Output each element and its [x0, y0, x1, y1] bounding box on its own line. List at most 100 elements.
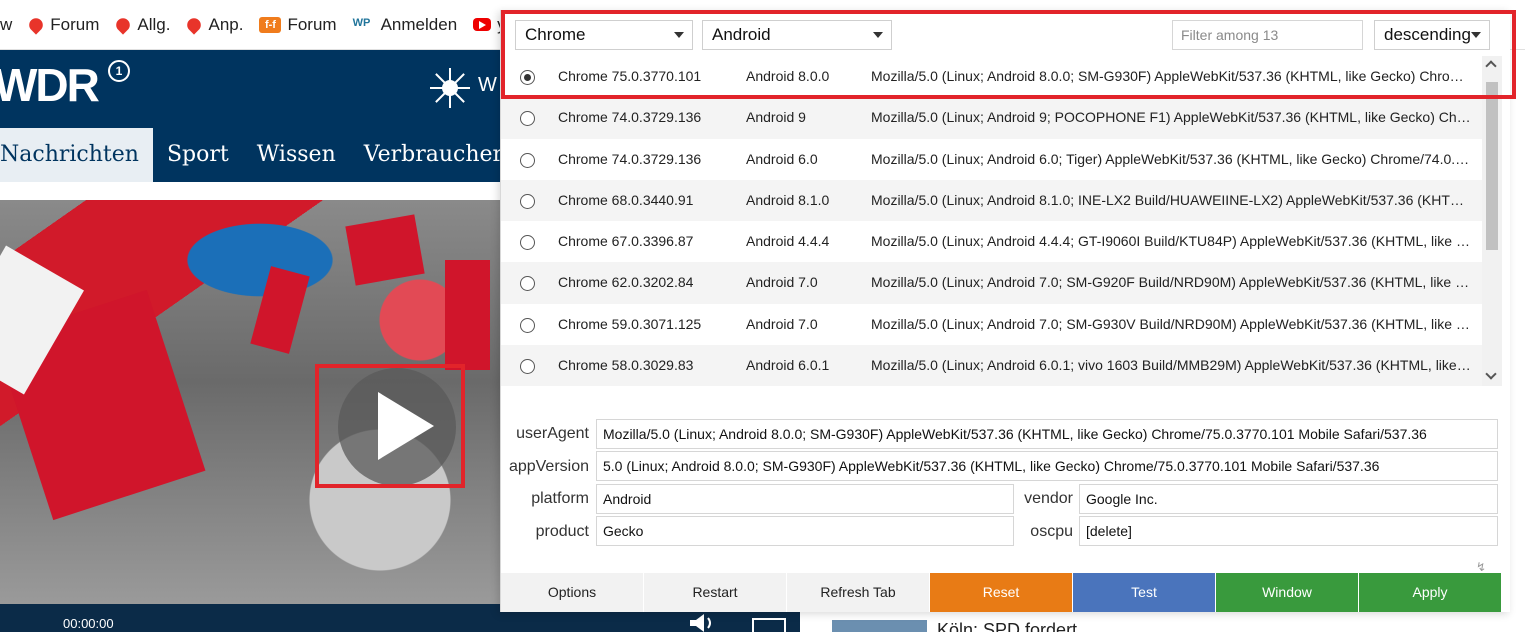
bookmark-forum[interactable]: Forum	[26, 14, 100, 35]
ff-icon: f-f	[259, 16, 282, 33]
appversion-label: appVersion	[508, 458, 589, 475]
browser-version: Chrome 74.0.3729.136	[558, 150, 702, 167]
radio-button[interactable]	[520, 70, 535, 85]
browser-version: Chrome 59.0.3071.125	[558, 315, 702, 332]
os-select[interactable]: Android	[702, 20, 892, 50]
browser-version: Chrome 58.0.3029.83	[558, 357, 694, 374]
fullscreen-icon[interactable]	[752, 618, 786, 632]
browser-select[interactable]: Chrome	[515, 20, 693, 50]
oscpu-label: oscpu	[1030, 523, 1073, 540]
weather-link[interactable]: W	[478, 74, 497, 97]
bookmark-anmelden[interactable]: WP Anmelden	[353, 15, 458, 35]
platform-field[interactable]: Android	[596, 484, 1014, 514]
bookmark-w[interactable]: w	[0, 15, 12, 35]
wp-icon: WP	[352, 16, 371, 29]
browser-select-value: Chrome	[525, 25, 586, 44]
chevron-up-icon[interactable]	[1485, 60, 1497, 72]
nav-item-wissen[interactable]: Wissen	[243, 128, 350, 182]
user-agent-string: Mozilla/5.0 (Linux; Android 6.0.1; vivo …	[871, 357, 1471, 374]
product-label: product	[535, 523, 589, 540]
chevron-down-icon[interactable]	[1485, 368, 1497, 380]
user-agent-string: Mozilla/5.0 (Linux; Android 4.4.4; GT-I9…	[871, 233, 1471, 250]
product-field[interactable]: Gecko	[596, 516, 1014, 546]
resize-grip-icon[interactable]: ↯	[1476, 560, 1488, 574]
list-item[interactable]: Chrome 67.0.3396.87 Android 4.4.4 Mozill…	[501, 221, 1482, 262]
bookmark-anp[interactable]: Anp.	[184, 14, 244, 35]
appversion-field[interactable]: 5.0 (Linux; Android 8.0.0; SM-G930F) App…	[596, 451, 1498, 481]
user-agent-string: Mozilla/5.0 (Linux; Android 8.1.0; INE-L…	[871, 191, 1471, 208]
os-version: Android 7.0	[746, 315, 818, 332]
bookmark-ff-forum[interactable]: f-f Forum	[259, 14, 337, 35]
flame-icon	[184, 14, 205, 35]
video-frame-flag	[345, 214, 425, 286]
os-version: Android 8.1.0	[746, 191, 830, 208]
radio-button[interactable]	[520, 193, 535, 209]
bookmark-allg[interactable]: Allg.	[113, 15, 170, 35]
refresh-tab-button[interactable]: Refresh Tab	[787, 573, 930, 612]
list-item[interactable]: Chrome 58.0.3029.83 Android 6.0.1 Mozill…	[501, 345, 1482, 386]
chevron-down-icon	[674, 32, 684, 38]
os-version: Android 8.0.0	[746, 68, 830, 84]
os-version: Android 9	[746, 109, 806, 126]
sort-order-value: descending	[1384, 25, 1471, 44]
user-agent-string: Mozilla/5.0 (Linux; Android 8.0.0; SM-G9…	[871, 68, 1471, 84]
browser-version: Chrome 67.0.3396.87	[558, 233, 694, 250]
list-item[interactable]: Chrome 75.0.3770.101 Android 8.0.0 Mozil…	[501, 56, 1482, 97]
browser-version: Chrome 62.0.3202.84	[558, 274, 694, 291]
user-agent-list: Chrome 75.0.3770.101 Android 8.0.0 Mozil…	[501, 56, 1482, 386]
list-item[interactable]: Chrome 74.0.3729.136 Android 9 Mozilla/5…	[501, 97, 1482, 139]
os-select-value: Android	[712, 25, 771, 44]
list-item[interactable]: Chrome 68.0.3440.91 Android 8.1.0 Mozill…	[501, 179, 1482, 222]
news-headline[interactable]: Köln: SPD fordert	[937, 620, 1077, 632]
sun-icon	[430, 68, 470, 108]
action-bar: Options Restart Refresh Tab Reset Test W…	[501, 573, 1502, 612]
bookmark-label: Forum	[50, 14, 100, 34]
options-button[interactable]: Options	[501, 573, 644, 612]
window-button[interactable]: Window	[1216, 573, 1359, 612]
volume-icon[interactable]	[690, 614, 718, 632]
bookmark-label: Forum	[287, 14, 337, 34]
radio-button[interactable]	[520, 359, 535, 375]
os-version: Android 6.0.1	[746, 357, 830, 374]
sort-order-select[interactable]: descending	[1374, 20, 1490, 50]
radio-button[interactable]	[520, 152, 535, 168]
vendor-label: vendor	[1024, 490, 1073, 507]
radio-button[interactable]	[520, 235, 535, 251]
nav-item-verbraucher[interactable]: Verbraucher	[350, 128, 517, 182]
youtube-icon	[473, 18, 492, 31]
play-button-highlight	[315, 364, 465, 488]
list-item[interactable]: Chrome 74.0.3729.136 Android 6.0 Mozilla…	[501, 139, 1482, 180]
video-time: 00:00:00	[63, 616, 114, 631]
user-agent-string: Mozilla/5.0 (Linux; Android 7.0; SM-G930…	[871, 315, 1471, 332]
list-item[interactable]: Chrome 62.0.3202.84 Android 7.0 Mozilla/…	[501, 262, 1482, 304]
test-button[interactable]: Test	[1073, 573, 1216, 612]
os-version: Android 7.0	[746, 274, 818, 291]
reset-button[interactable]: Reset	[930, 573, 1073, 612]
nav-item-nachrichten[interactable]: Nachrichten	[0, 128, 153, 182]
apply-button[interactable]: Apply	[1359, 573, 1502, 612]
bookmark-label: Anp.	[208, 14, 244, 34]
list-scrollbar[interactable]	[1482, 56, 1502, 386]
restart-button[interactable]: Restart	[644, 573, 787, 612]
browser-version: Chrome 68.0.3440.91	[558, 191, 694, 208]
oscpu-field[interactable]: [delete]	[1079, 516, 1498, 546]
list-item[interactable]: Chrome 59.0.3071.125 Android 7.0 Mozilla…	[501, 304, 1482, 345]
useragent-field[interactable]: Mozilla/5.0 (Linux; Android 8.0.0; SM-G9…	[596, 419, 1498, 449]
radio-button[interactable]	[520, 111, 535, 127]
nav-item-sport[interactable]: Sport	[153, 128, 243, 182]
user-agent-switcher-popup: Chrome Android descending Chrome 75.0.37…	[500, 10, 1516, 612]
ard-one-icon: 1	[108, 60, 130, 82]
main-nav: Nachrichten Sport Wissen Verbraucher K	[0, 128, 562, 182]
os-version: Android 4.4.4	[746, 233, 830, 250]
radio-button[interactable]	[520, 317, 535, 333]
radio-button[interactable]	[520, 276, 535, 292]
wdr-logo[interactable]: WDR	[0, 58, 100, 112]
useragent-label: userAgent	[516, 425, 589, 442]
filter-input[interactable]	[1172, 20, 1363, 50]
user-agent-string: Mozilla/5.0 (Linux; Android 7.0; SM-G920…	[871, 274, 1471, 291]
news-thumbnail[interactable]	[832, 620, 927, 632]
bookmark-label: Anmelden	[380, 14, 458, 34]
vendor-field[interactable]: Google Inc.	[1079, 484, 1498, 514]
scrollbar-thumb[interactable]	[1486, 82, 1498, 250]
video-frame-flag	[445, 260, 490, 370]
